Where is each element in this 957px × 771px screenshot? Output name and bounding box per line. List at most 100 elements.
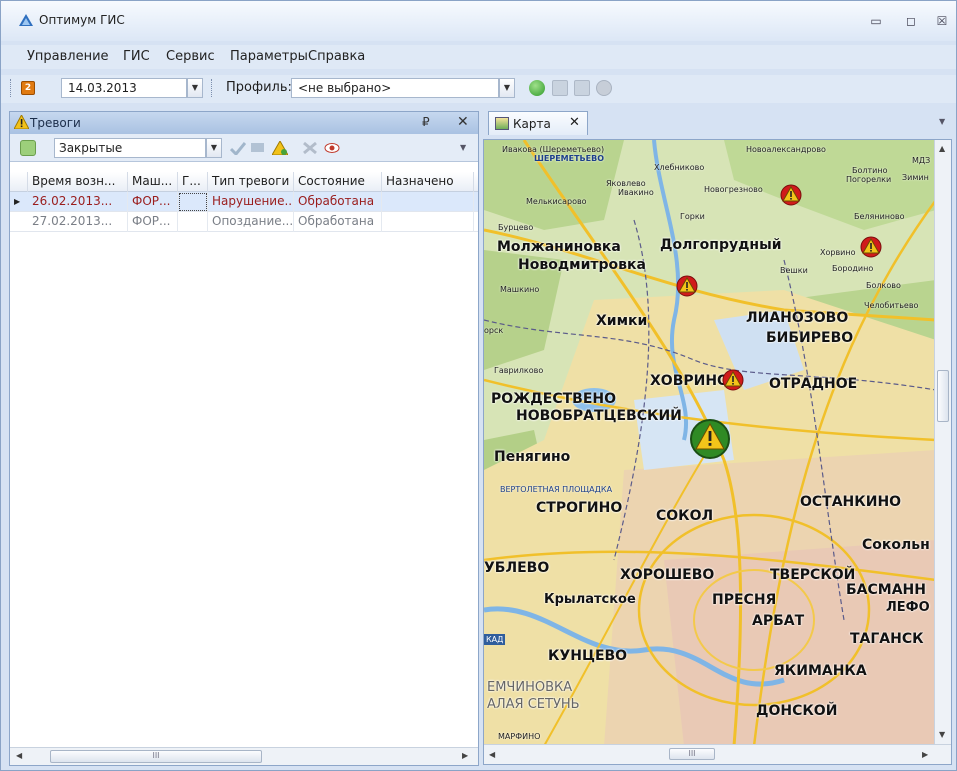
map-view[interactable]: Молжаниновка Долгопрудный Новодмитровка … — [483, 139, 952, 765]
scroll-left-icon[interactable]: ◀ — [489, 750, 495, 759]
cell-time[interactable]: 27.02.2013... — [28, 212, 128, 232]
minimize-icon[interactable]: ▭ — [866, 13, 886, 29]
map-label-small: Бородино — [832, 264, 874, 273]
map-label: АЛАЯ СЕТУНЬ — [487, 697, 580, 712]
map-label-small: Хорвино — [820, 248, 856, 257]
map-label: ОТРАДНОЕ — [769, 376, 858, 392]
row-indicator-header — [10, 172, 28, 192]
map-vertical-scrollbar[interactable]: ▲ ▼ — [934, 140, 951, 746]
cell-state[interactable]: Обработана — [294, 192, 382, 212]
cell-g[interactable] — [178, 192, 208, 212]
scroll-thumb[interactable]: III — [50, 750, 262, 763]
map-label-small: Бурцево — [498, 223, 534, 232]
map-label: АРБАТ — [752, 613, 805, 629]
copy-profile-icon[interactable] — [574, 80, 590, 96]
profile-dropdown-button[interactable]: ▼ — [499, 78, 515, 98]
date-field[interactable]: 14.03.2013 — [61, 78, 187, 98]
delete-alarm-icon[interactable] — [302, 141, 318, 155]
scroll-right-icon[interactable]: ▶ — [462, 751, 468, 760]
col-g-header[interactable]: Г... — [178, 172, 208, 192]
close-icon[interactable]: ☒ — [932, 13, 952, 29]
tab-close-icon[interactable]: ✕ — [569, 115, 580, 130]
map-label: СТРОГИНО — [536, 500, 623, 516]
menu-parameters[interactable]: Параметры — [230, 49, 308, 64]
tabs-chevron-down-icon[interactable]: ▼ — [939, 117, 945, 126]
map-label: НОВОБРАТЦЕВСКИЙ — [516, 408, 682, 424]
tab-map[interactable]: Карта ✕ — [488, 111, 588, 135]
map-hscroll-thumb[interactable]: III — [669, 748, 715, 760]
calendar-icon[interactable]: 2 — [21, 81, 35, 95]
alarms-horizontal-scrollbar[interactable]: ◀ III ▶ — [10, 747, 478, 765]
confirm-alarm-icon[interactable] — [230, 141, 246, 155]
scroll-right-icon[interactable]: ▶ — [922, 750, 928, 759]
remove-profile-icon[interactable] — [596, 80, 612, 96]
alarm-filter-select[interactable]: Закрытые — [54, 138, 206, 158]
pin-icon[interactable]: ₽ — [422, 115, 430, 129]
edit-profile-icon[interactable] — [552, 80, 568, 96]
alarm-marker-icon[interactable] — [860, 236, 882, 258]
title-bar: Оптимум ГИС ▭ ◻ ☒ — [1, 1, 956, 41]
menu-help[interactable]: Справка — [308, 49, 365, 64]
date-dropdown-button[interactable]: ▼ — [187, 78, 203, 98]
map-scroll-thumb[interactable] — [937, 370, 949, 422]
map-label-small: Болково — [866, 281, 901, 290]
menu-gis[interactable]: ГИС — [123, 49, 150, 64]
alarms-grid-header: Время возн... Маш... Г... Тип тревоги Со… — [10, 172, 478, 192]
cell-vehicle[interactable]: ФОР... — [128, 192, 178, 212]
window-title: Оптимум ГИС — [39, 13, 125, 27]
panel-close-icon[interactable]: ✕ — [457, 114, 469, 130]
table-row[interactable]: 27.02.2013... ФОР... Опоздание... Обрабо… — [10, 212, 478, 232]
col-time-header[interactable]: Время возн... — [28, 172, 128, 192]
toolbar-separator — [211, 79, 214, 97]
alarms-panel-header: Тревоги ₽ ✕ — [10, 112, 478, 134]
profile-label: Профиль: — [226, 80, 292, 95]
cell-assigned[interactable] — [382, 212, 474, 232]
filter-dropdown-button[interactable]: ▼ — [206, 138, 222, 158]
map-label-small: Вешки — [780, 266, 808, 275]
app-window: Оптимум ГИС ▭ ◻ ☒ Управление ГИС Сервис … — [0, 0, 957, 771]
table-row[interactable]: ▶ 26.02.2013... ФОР... Нарушение... Обра… — [10, 192, 478, 212]
cell-assigned[interactable] — [382, 192, 474, 212]
map-label-small: Болтино — [852, 166, 888, 175]
cell-alarm-type[interactable]: Нарушение... — [208, 192, 294, 212]
col-vehicle-header[interactable]: Маш... — [128, 172, 178, 192]
scroll-up-icon[interactable]: ▲ — [939, 144, 945, 153]
comment-alarm-icon[interactable] — [250, 141, 266, 155]
map-label: Сокольн — [862, 537, 930, 553]
col-alarm-type-header[interactable]: Тип тревоги — [208, 172, 294, 192]
cell-vehicle[interactable]: ФОР... — [128, 212, 178, 232]
col-assigned-header[interactable]: Назначено — [382, 172, 474, 192]
toolbar-overflow-icon[interactable]: ▼ — [460, 143, 466, 152]
map-label: Крылатское — [544, 592, 636, 607]
menu-manage[interactable]: Управление — [27, 49, 109, 64]
view-eye-icon[interactable] — [324, 141, 340, 155]
alarm-marker-icon[interactable] — [780, 184, 802, 206]
scroll-down-icon[interactable]: ▼ — [939, 730, 945, 739]
cell-alarm-type[interactable]: Опоздание... — [208, 212, 294, 232]
cell-state[interactable]: Обработана — [294, 212, 382, 232]
map-icon — [495, 117, 509, 130]
map-label: РОЖДЕСТВЕНО — [491, 391, 617, 407]
warning-icon — [14, 115, 29, 129]
assign-alarm-icon[interactable] — [272, 141, 288, 155]
col-state-header[interactable]: Состояние — [294, 172, 382, 192]
toolbar-grip[interactable] — [10, 79, 13, 97]
map-label: Долгопрудный — [660, 237, 782, 253]
add-profile-icon[interactable] — [529, 80, 545, 96]
scroll-left-icon[interactable]: ◀ — [16, 751, 22, 760]
menu-service[interactable]: Сервис — [166, 49, 215, 64]
maximize-icon[interactable]: ◻ — [901, 13, 921, 29]
profile-select[interactable]: <не выбрано> — [291, 78, 499, 98]
cell-time[interactable]: 26.02.2013... — [28, 192, 128, 212]
alarm-marker-icon[interactable] — [676, 275, 698, 297]
map-label: ХОВРИНО — [650, 373, 729, 389]
map-label: БИБИРЕВО — [766, 330, 854, 346]
alarms-panel-title: Тревоги — [30, 116, 81, 130]
cell-g[interactable] — [178, 212, 208, 232]
map-label: БАСМАНН — [846, 582, 926, 598]
current-row-icon: ▶ — [14, 197, 21, 206]
alarm-marker-icon[interactable] — [722, 369, 744, 391]
selected-alarm-marker-icon[interactable] — [689, 418, 731, 460]
refresh-filter-icon[interactable] — [20, 140, 36, 156]
map-horizontal-scrollbar[interactable]: ◀ III ▶ — [484, 744, 951, 764]
